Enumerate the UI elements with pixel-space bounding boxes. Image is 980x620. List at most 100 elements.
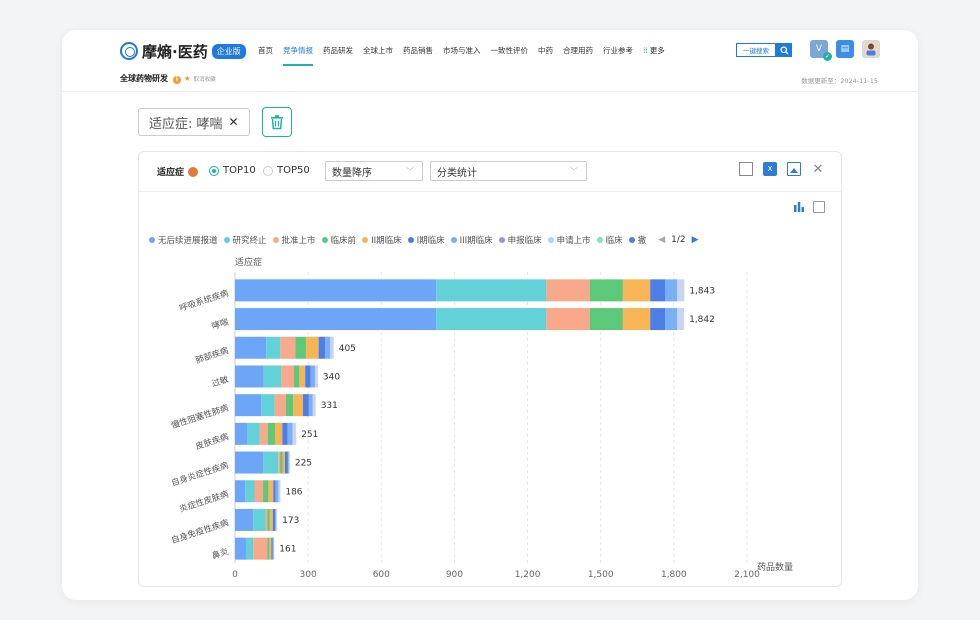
nav-item-tcm[interactable]: 中药 [538,45,553,66]
bar-segment[interactable] [235,508,254,531]
search-input[interactable]: 一键搜索 [736,43,776,57]
filter-tag[interactable]: 适应症: 哮喘 ✕ [138,108,250,136]
bar-segment[interactable] [303,394,309,417]
group-select[interactable]: 分类统计 ﹀ [430,161,587,181]
fullscreen-icon[interactable] [739,162,753,176]
close-icon[interactable]: ✕ [811,162,825,177]
legend-item[interactable]: 申报临床 [498,234,542,246]
bar-segment[interactable] [265,508,268,531]
bar-segment[interactable] [267,537,270,560]
bar-segment[interactable] [269,537,272,560]
bar-segment[interactable] [292,422,297,445]
nav-item-drug-sales[interactable]: 药品销售 [403,45,433,66]
clear-filters-button[interactable] [262,107,292,137]
nav-item-market-access[interactable]: 市场与准入 [443,45,481,66]
bar-segment[interactable] [287,422,293,445]
table-view-icon[interactable] [813,201,825,213]
bar-segment[interactable] [263,480,269,503]
bar-segment[interactable] [245,537,254,560]
bar-segment[interactable] [263,451,279,474]
bar-segment[interactable] [288,451,290,474]
bar-segment[interactable] [247,422,260,445]
message-icon[interactable]: ▤ [836,40,854,58]
bar-segment[interactable] [263,365,282,388]
bar-segment[interactable] [253,508,266,531]
bar-segment[interactable] [589,308,623,331]
legend-item[interactable]: 撤 [628,234,646,246]
legend-item[interactable]: 临床前 [321,234,356,246]
bar-segment[interactable] [318,336,325,359]
bar-segment[interactable] [271,537,273,560]
bar-segment[interactable] [436,279,547,302]
bar-segment[interactable] [284,451,288,474]
bar-segment[interactable] [276,508,278,531]
nav-item-competitive-intel[interactable]: 竞争情报 [283,45,313,66]
sort-select[interactable]: 数量降序 ﹀ [325,161,423,181]
bar-segment[interactable] [268,480,274,503]
nav-item-rational-use[interactable]: 合理用药 [563,45,593,66]
nav-item-industry-ref[interactable]: 行业参考 [603,45,633,66]
bar-segment[interactable] [235,480,246,503]
bar-segment[interactable] [308,394,313,417]
bar-segment[interactable] [235,365,264,388]
legend-item[interactable]: 研究终止 [223,234,267,246]
bar-segment[interactable] [677,308,685,331]
bar-segment[interactable] [261,394,275,417]
bar-segment[interactable] [235,336,267,359]
bar-segment[interactable] [295,336,306,359]
bar-segment[interactable] [280,451,283,474]
excel-export-icon[interactable]: X [763,162,777,176]
bar-segment[interactable] [622,279,651,302]
bar-segment[interactable] [324,336,331,359]
bar-segment[interactable] [259,422,268,445]
star-icon[interactable]: ★ [184,74,191,83]
info-icon[interactable]: i [172,76,181,84]
legend-item[interactable]: I期临床 [407,234,445,246]
bar-segment[interactable] [677,279,685,302]
bar-segment[interactable] [281,365,295,388]
bar-segment[interactable] [305,365,311,388]
next-page-icon[interactable]: ▶ [692,235,699,245]
bar-segment[interactable] [650,308,666,331]
legend-item[interactable]: III期临床 [450,234,493,246]
bar-segment[interactable] [312,394,316,417]
avatar[interactable] [862,40,880,58]
bar-segment[interactable] [273,480,276,503]
bar-segment[interactable] [436,308,547,331]
nav-item-global-launch[interactable]: 全球上市 [363,45,393,66]
bar-segment[interactable] [287,451,289,474]
bar-segment[interactable] [589,279,623,302]
bar-segment[interactable] [272,537,274,560]
bar-segment[interactable] [272,508,276,531]
bar-segment[interactable] [280,336,296,359]
bar-segment[interactable] [278,451,281,474]
bar-segment[interactable] [665,279,678,302]
bar-segment[interactable] [269,508,273,531]
bar-segment[interactable] [293,394,304,417]
bar-segment[interactable] [330,336,334,359]
nav-item-more[interactable]: ⁞⁞ 更多 [643,45,665,66]
legend-item[interactable]: 申请上市 [547,234,591,246]
bar-chart-icon[interactable] [793,201,805,213]
bar-segment[interactable] [294,365,300,388]
nav-item-drug-rd[interactable]: 药品研发 [323,45,353,66]
bar-segment[interactable] [622,308,651,331]
bar-segment[interactable] [278,480,281,503]
bar-segment[interactable] [235,451,264,474]
bar-segment[interactable] [314,365,318,388]
bar-segment[interactable] [285,394,294,417]
bar-segment[interactable] [275,508,277,531]
nav-item-consistency[interactable]: 一致性评价 [491,45,529,66]
bar-segment[interactable] [245,480,255,503]
vip-icon[interactable]: V [810,40,832,61]
prev-page-icon[interactable]: ◀ [658,235,665,245]
bar-segment[interactable] [650,279,666,302]
bar-segment[interactable] [305,336,319,359]
bar-segment[interactable] [665,308,678,331]
bar-segment[interactable] [275,480,279,503]
legend-item[interactable]: II期临床 [362,234,402,246]
logo[interactable]: 摩熵·医药 企业版 [120,40,246,62]
radio-top10[interactable]: TOP10 [209,165,256,176]
legend-item[interactable]: 无后续进展报道 [149,234,218,246]
bar-segment[interactable] [282,451,285,474]
